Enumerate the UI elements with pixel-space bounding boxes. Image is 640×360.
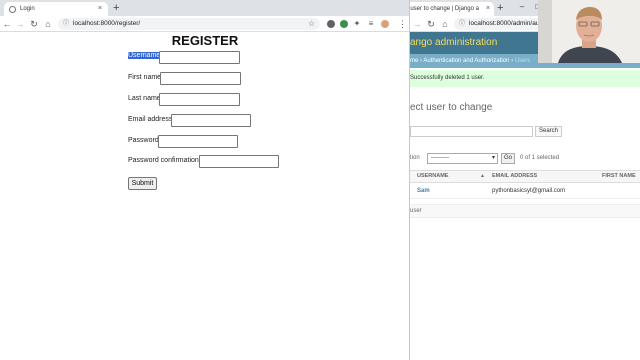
home-icon[interactable]: ⌂ [440, 17, 450, 31]
breadcrumb-auth[interactable]: Authentication and Authorization [423, 58, 509, 64]
email-label: Email address [128, 116, 173, 123]
plus-icon[interactable]: + [113, 0, 119, 16]
column-first-name[interactable]: FIRST NAME [602, 171, 636, 182]
password-label: Password [128, 137, 159, 144]
browser-toolbar: ← → ↻ ⌂ ⓘ localhost:8000/register/ ☆ ✦ ≡… [0, 16, 409, 32]
extension-icon[interactable] [340, 20, 348, 28]
result-count-text: user [410, 208, 422, 214]
forward-arrow-icon[interactable]: → [412, 17, 422, 31]
password-field[interactable] [158, 135, 238, 148]
home-icon[interactable]: ⌂ [43, 17, 53, 31]
back-arrow-icon[interactable]: ← [2, 17, 12, 31]
minimize-icon[interactable]: – [516, 0, 528, 14]
email-cell: pythonbasicsyt@gmail.com [492, 188, 566, 194]
tab-login[interactable]: Login × [4, 2, 108, 16]
star-icon[interactable]: ☆ [308, 18, 315, 30]
tab-title: ct user to change | Django a [410, 6, 479, 12]
register-browser-window: Login × + ← → ↻ ⌂ ⓘ localhost:8000/regis… [0, 0, 410, 360]
email-field[interactable] [171, 114, 251, 127]
address-bar[interactable]: ⓘ localhost:8000/register/ ☆ [58, 18, 320, 30]
table-header: USERNAME ▲ EMAIL ADDRESS FIRST NAME [410, 170, 640, 183]
action-select[interactable]: --------- ▾ [427, 153, 498, 164]
presenter-image [538, 0, 640, 63]
menu-dots-icon[interactable]: ⋮ [398, 17, 407, 31]
first-name-field[interactable] [160, 72, 241, 85]
last-name-field[interactable] [159, 93, 240, 106]
avatar[interactable] [381, 20, 389, 28]
info-icon: ⓘ [63, 21, 70, 27]
reload-icon[interactable]: ↻ [426, 17, 436, 31]
password-confirmation-field[interactable] [199, 155, 279, 168]
url-text: localhost:8000/register/ [73, 20, 141, 27]
breadcrumb-current: Users [514, 58, 531, 64]
submit-button[interactable]: Submit [128, 177, 157, 190]
column-username[interactable]: USERNAME [417, 171, 448, 182]
close-icon[interactable]: × [98, 2, 102, 16]
go-button[interactable]: Go [501, 153, 515, 164]
puzzle-icon[interactable]: ✦ [352, 17, 362, 31]
close-icon[interactable]: × [486, 2, 490, 16]
sort-icon[interactable]: ▲ [480, 171, 485, 182]
password-confirmation-label: Password confirmation [128, 157, 199, 164]
webcam-video [538, 0, 640, 63]
search-button[interactable]: Search [535, 126, 562, 137]
globe-icon [9, 6, 16, 13]
action-select-value: --------- [431, 155, 449, 161]
tab-django-admin[interactable]: ct user to change | Django a × [410, 2, 494, 16]
reload-icon[interactable]: ↻ [29, 17, 39, 31]
extension-icon[interactable] [327, 20, 335, 28]
page-title: REGISTER [171, 33, 239, 48]
site-name[interactable]: ango administration [410, 37, 497, 48]
username-label: Username [128, 52, 161, 59]
media-icon[interactable]: ≡ [366, 17, 376, 31]
result-count: user [410, 204, 640, 218]
action-label: tion [410, 155, 420, 161]
last-name-label: Last name [128, 95, 161, 102]
chevron-down-icon: ▾ [491, 155, 495, 161]
plus-icon[interactable]: + [497, 0, 503, 16]
success-message-text: Successfully deleted 1 user. [410, 75, 485, 81]
tab-strip: Login × + [0, 0, 409, 16]
table-row: Sam pythonbasicsyt@gmail.com [410, 184, 640, 199]
username-field[interactable] [159, 51, 240, 64]
forward-arrow-icon[interactable]: → [15, 17, 25, 31]
search-input[interactable] [410, 126, 533, 137]
info-icon: ⓘ [459, 21, 466, 27]
tab-title: Login [20, 6, 35, 12]
username-link[interactable]: Sam [417, 184, 430, 198]
success-message: Successfully deleted 1 user. [410, 70, 640, 87]
selected-count: 0 of 1 selected [520, 155, 560, 161]
column-email[interactable]: EMAIL ADDRESS [492, 171, 537, 182]
first-name-label: First name [128, 74, 162, 81]
page-heading: ect user to change [410, 102, 493, 113]
